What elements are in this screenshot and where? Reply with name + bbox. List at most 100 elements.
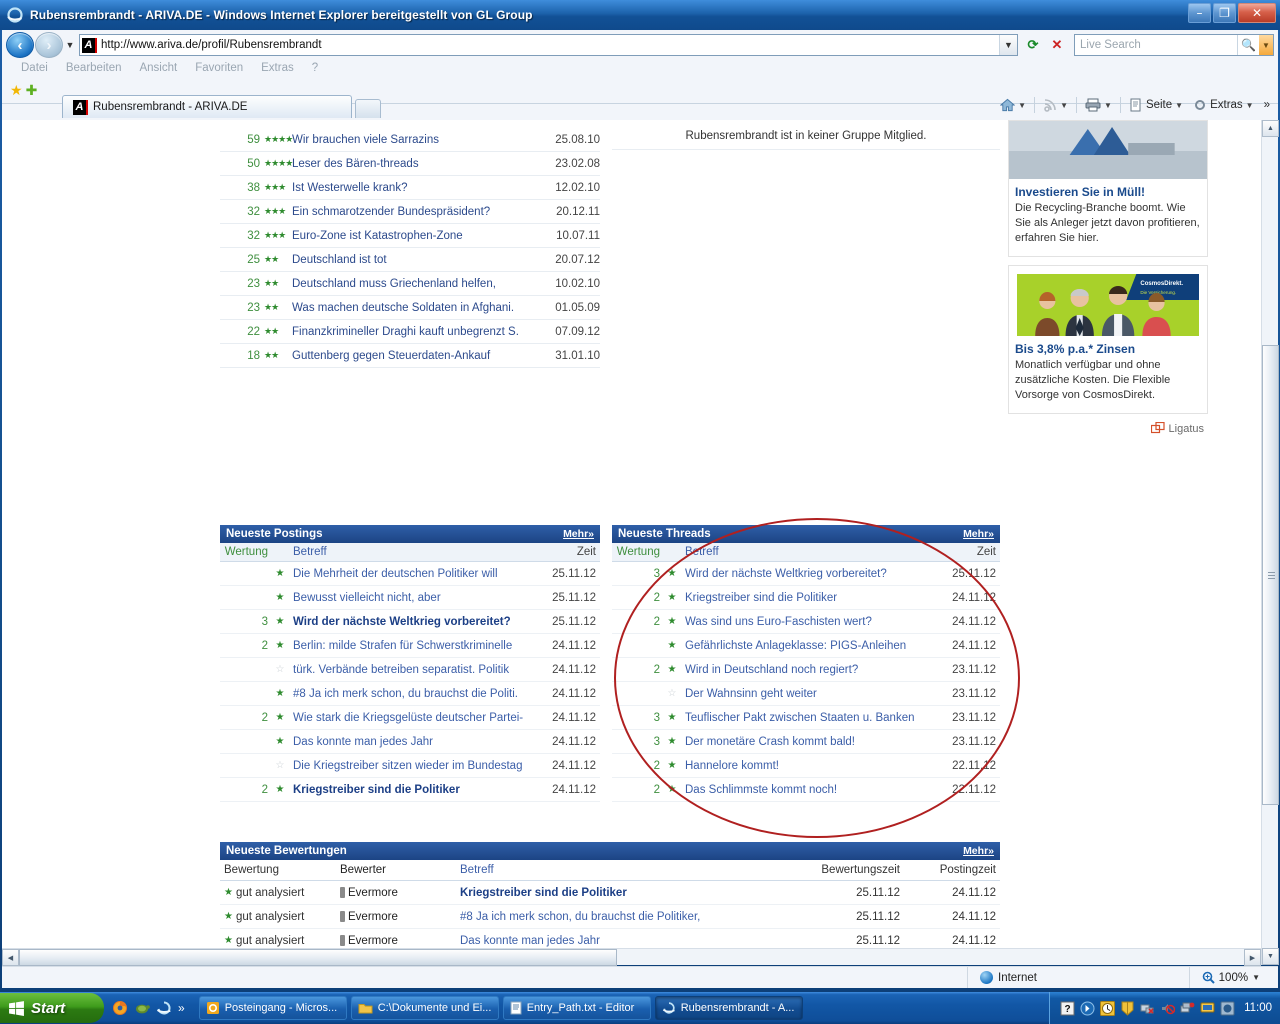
ligatus-attribution[interactable]: Ligatus <box>1008 422 1208 435</box>
minimize-button[interactable]: – <box>1188 3 1211 23</box>
row-betreff-link[interactable]: Das Schlimmste kommt noch! <box>680 784 942 796</box>
menu-item-help[interactable]: ? <box>303 62 327 74</box>
home-dropdown-icon[interactable]: ▼ <box>1018 101 1026 110</box>
internet-explorer-quicklaunch-icon[interactable] <box>156 1000 172 1016</box>
horizontal-scrollbar[interactable]: ◀ ▶ <box>2 948 1261 966</box>
quicklaunch-overflow-icon[interactable]: » <box>178 1001 185 1015</box>
close-button[interactable]: ✕ <box>1238 3 1276 23</box>
show-hidden-icons-icon[interactable] <box>1080 1001 1095 1016</box>
cell-betreff-link[interactable]: #8 Ja ich merk schon, du brauchst die Po… <box>460 911 780 923</box>
bewerter-name-link[interactable]: Evermore <box>348 887 398 899</box>
volume-muted-icon[interactable] <box>1160 1001 1176 1016</box>
thread-title-link[interactable]: Deutschland ist tot <box>292 254 538 266</box>
thread-title-link[interactable]: Deutschland muss Griechenland helfen, <box>292 278 538 290</box>
turtle-icon[interactable] <box>134 1000 150 1016</box>
row-betreff-link[interactable]: Wird der nächste Weltkrieg vorbereitet? <box>288 616 542 628</box>
zoom-control[interactable]: 100% ▼ <box>1188 967 1278 988</box>
remote-desktop-icon[interactable] <box>1200 1001 1215 1016</box>
row-betreff-link[interactable]: Das konnte man jedes Jahr <box>288 736 542 748</box>
cell-betreff-link[interactable]: Kriegstreiber sind die Politiker <box>460 887 780 899</box>
thread-title-link[interactable]: Wir brauchen viele Sarrazins <box>292 134 538 146</box>
thread-title-link[interactable]: Finanzkrimineller Draghi kauft unbegrenz… <box>292 326 538 338</box>
shield-tray-icon[interactable] <box>1120 1001 1135 1016</box>
menu-item-ansicht[interactable]: Ansicht <box>130 62 186 74</box>
bewerter-name-link[interactable]: Evermore <box>348 935 398 947</box>
cell-betreff-link[interactable]: Das konnte man jedes Jahr <box>460 935 780 947</box>
row-betreff-link[interactable]: Hannelore kommt! <box>680 760 942 772</box>
tools-dropdown-icon[interactable]: ▼ <box>1246 101 1254 110</box>
help-tray-icon[interactable]: ? <box>1060 1001 1075 1016</box>
print-dropdown-icon[interactable]: ▼ <box>1104 101 1112 110</box>
scroll-right-arrow-icon[interactable]: ▶ <box>1244 949 1261 966</box>
new-tab-button[interactable] <box>355 99 381 118</box>
row-betreff-link[interactable]: Die Mehrheit der deutschen Politiker wil… <box>288 568 542 580</box>
address-dropdown-icon[interactable]: ▼ <box>999 35 1017 55</box>
row-betreff-link[interactable]: Wird in Deutschland noch regiert? <box>680 664 942 676</box>
thread-title-link[interactable]: Ein schmarotzender Bundespräsident? <box>292 206 538 218</box>
threads-more-link[interactable]: Mehr» <box>963 528 994 540</box>
menu-item-bearbeiten[interactable]: Bearbeiten <box>57 62 131 74</box>
row-betreff-link[interactable]: Wird der nächste Weltkrieg vorbereitet? <box>680 568 942 580</box>
vertical-scroll-thumb[interactable] <box>1262 345 1279 805</box>
row-betreff-link[interactable]: Wie stark die Kriegsgelüste deutscher Pa… <box>288 712 542 724</box>
menu-item-extras[interactable]: Extras <box>252 62 303 74</box>
search-box[interactable]: Live Search 🔍 ▼ <box>1074 34 1274 56</box>
bewertungen-more-link[interactable]: Mehr» <box>963 845 994 857</box>
scroll-down-arrow-icon[interactable]: ▼ <box>1262 948 1279 965</box>
history-dropdown-icon[interactable]: ▼ <box>63 40 77 50</box>
add-favorite-icon[interactable]: ✚ <box>26 82 38 99</box>
clock-tray-icon[interactable] <box>1100 1000 1116 1016</box>
row-betreff-link[interactable]: Bewusst vielleicht nicht, aber <box>288 592 542 604</box>
row-betreff-link[interactable]: Was sind uns Euro-Faschisten wert? <box>680 616 942 628</box>
thread-title-link[interactable]: Euro-Zone ist Katastrophen-Zone <box>292 230 538 242</box>
maximize-button[interactable]: ❐ <box>1213 3 1236 23</box>
back-button[interactable]: ‹ <box>6 32 34 58</box>
task-explorer-folder[interactable]: C:\Dokumente und Ei... <box>350 996 499 1020</box>
print-button[interactable]: ▼ <box>1081 96 1116 114</box>
row-betreff-link[interactable]: Berlin: milde Strafen für Schwerstkrimin… <box>288 640 542 652</box>
horizontal-scroll-thumb[interactable] <box>19 949 617 966</box>
favorites-star-icon[interactable]: ★ <box>10 82 23 99</box>
address-bar[interactable]: A http://www.ariva.de/profil/Rubensrembr… <box>79 34 1018 56</box>
forward-button[interactable]: › <box>35 32 63 58</box>
search-icon[interactable]: 🔍 <box>1237 35 1259 55</box>
row-betreff-link[interactable]: Teuflischer Pakt zwischen Staaten u. Ban… <box>680 712 942 724</box>
menu-item-datei[interactable]: Datei <box>12 62 57 74</box>
search-input[interactable]: Live Search <box>1075 39 1237 51</box>
page-dropdown-icon[interactable]: ▼ <box>1175 101 1183 110</box>
thread-title-link[interactable]: Guttenberg gegen Steuerdaten-Ankauf <box>292 350 538 362</box>
row-betreff-link[interactable]: Kriegstreiber sind die Politiker <box>680 592 942 604</box>
postings-more-link[interactable]: Mehr» <box>563 528 594 540</box>
taskbar-clock[interactable]: 11:00 <box>1244 1002 1272 1014</box>
row-betreff-link[interactable]: #8 Ja ich merk schon, du brauchst die Po… <box>288 688 542 700</box>
refresh-icon[interactable]: ⟳ <box>1022 34 1044 56</box>
zoom-dropdown-icon[interactable]: ▼ <box>1252 973 1260 982</box>
network-activity-icon[interactable] <box>1180 1001 1195 1016</box>
bewerter-name-link[interactable]: Evermore <box>348 911 398 923</box>
row-betreff-link[interactable]: Kriegstreiber sind die Politiker <box>288 784 542 796</box>
row-betreff-link[interactable]: türk. Verbände betreiben separatist. Pol… <box>288 664 542 676</box>
thread-title-link[interactable]: Ist Westerwelle krank? <box>292 182 538 194</box>
scroll-left-arrow-icon[interactable]: ◀ <box>2 949 19 966</box>
vertical-scrollbar[interactable]: ▲ ▼ <box>1261 120 1279 965</box>
start-button[interactable]: Start <box>0 993 104 1023</box>
stop-icon[interactable]: ✕ <box>1046 34 1068 56</box>
security-zone[interactable]: Internet <box>967 967 1037 988</box>
ad-investieren-in-muell[interactable]: Investieren Sie in Müll! Die Recycling-B… <box>1008 120 1208 257</box>
menu-item-favoriten[interactable]: Favoriten <box>186 62 252 74</box>
ad-cosmosdirekt[interactable]: CosmosDirekt. Die Versicherung. Bis 3,8%… <box>1008 265 1208 414</box>
home-button[interactable]: ▼ <box>996 96 1030 114</box>
thread-title-link[interactable]: Leser des Bären-threads <box>292 158 538 170</box>
security-center-icon[interactable] <box>1220 1001 1235 1016</box>
task-outlook[interactable]: Posteingang - Micros... <box>198 996 347 1020</box>
thread-title-link[interactable]: Was machen deutsche Soldaten in Afghani. <box>292 302 538 314</box>
task-internet-explorer[interactable]: Rubensrembrandt - A... <box>654 996 803 1020</box>
feeds-button[interactable]: ▼ <box>1039 96 1072 114</box>
network-disconnected-icon[interactable] <box>1140 1001 1155 1016</box>
scroll-up-arrow-icon[interactable]: ▲ <box>1262 120 1279 137</box>
search-provider-dropdown-icon[interactable]: ▼ <box>1259 35 1273 55</box>
task-notepad[interactable]: Entry_Path.txt - Editor <box>502 996 651 1020</box>
commandbar-overflow-icon[interactable]: » <box>1260 97 1274 113</box>
row-betreff-link[interactable]: Der monetäre Crash kommt bald! <box>680 736 942 748</box>
row-betreff-link[interactable]: Die Kriegstreiber sitzen wieder im Bunde… <box>288 760 542 772</box>
